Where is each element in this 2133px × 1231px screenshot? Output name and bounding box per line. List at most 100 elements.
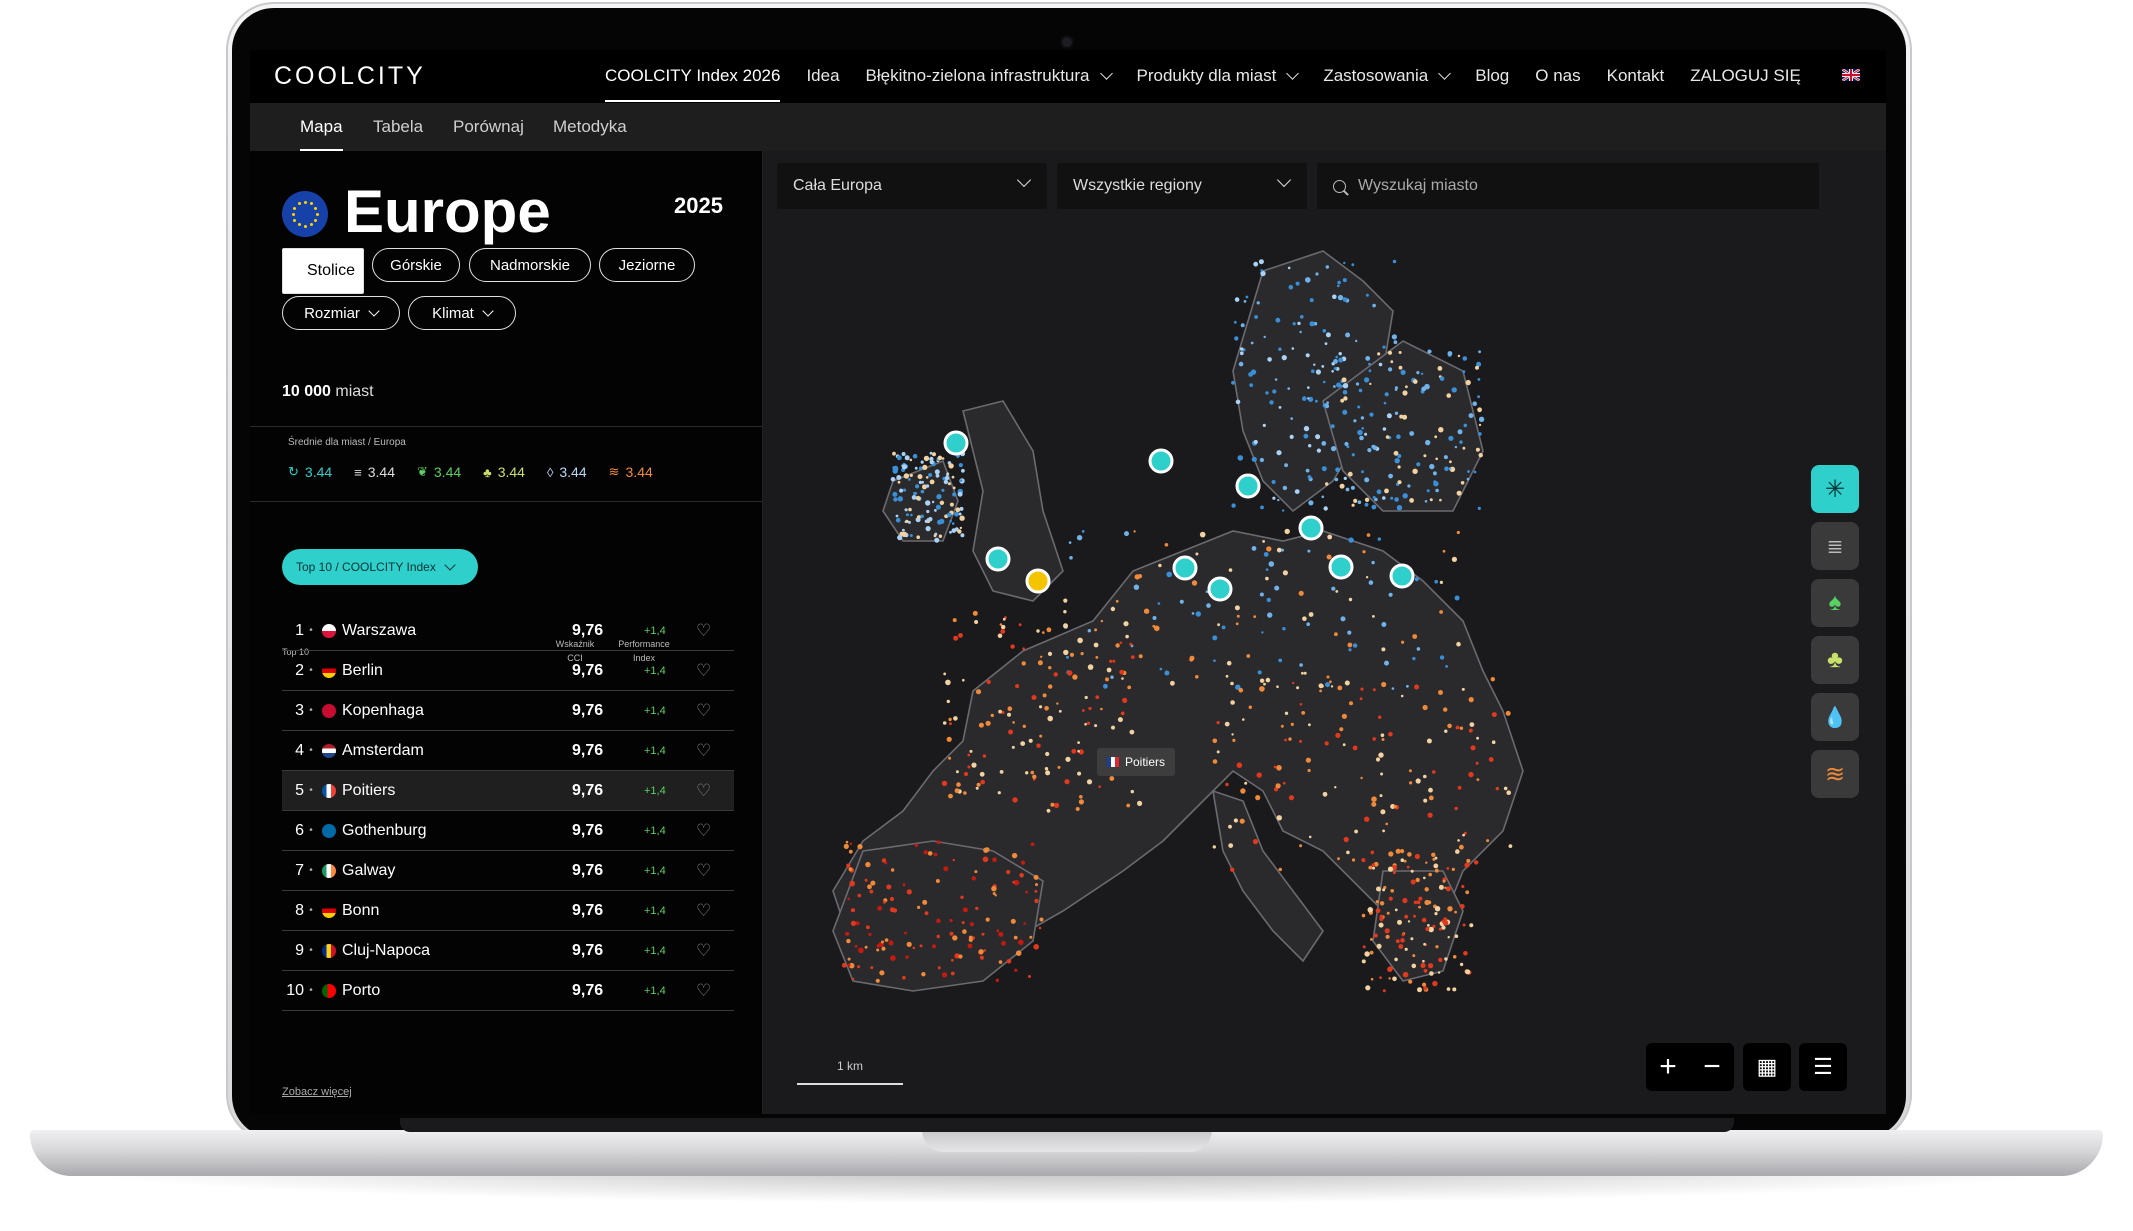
nav-infrastructure[interactable]: Błękitno-zielona infrastruktura <box>866 50 1113 102</box>
ranking-type-dropdown[interactable]: Top 10 / COOLCITY Index <box>282 549 478 585</box>
table-row[interactable]: 2 • Berlin 9,76 +1,4 ♡ <box>282 651 734 691</box>
tab-methodology[interactable]: Metodyka <box>553 117 627 137</box>
city-dot <box>1195 552 1199 556</box>
city-dot <box>955 770 959 774</box>
heart-icon[interactable]: ♡ <box>696 702 711 719</box>
city-dot <box>1308 723 1311 727</box>
tab-table[interactable]: Tabela <box>373 117 423 137</box>
city-pin[interactable] <box>1298 515 1324 541</box>
climate-filter-dropdown[interactable]: Klimat <box>408 296 516 330</box>
chip-lake[interactable]: Jeziorne <box>599 248 695 282</box>
city-dot <box>957 529 962 534</box>
nav-contact[interactable]: Kontakt <box>1607 50 1665 102</box>
heart-icon[interactable]: ♡ <box>696 982 711 999</box>
table-row[interactable]: 1 • Warszawa 9,76 +1,4 ♡ <box>282 611 734 651</box>
city-dot <box>983 949 986 952</box>
map[interactable]: Cała Europa Wszystkie regiony Wyszukaj m… <box>763 151 1886 1114</box>
city-dot <box>917 474 923 480</box>
size-filter-dropdown[interactable]: Rozmiar <box>282 296 400 330</box>
heart-icon[interactable]: ♡ <box>696 942 711 959</box>
city-pin[interactable] <box>1172 555 1198 581</box>
heart-icon[interactable]: ♡ <box>696 782 711 799</box>
city-dot <box>1403 859 1407 863</box>
country-flag-icon <box>322 663 336 678</box>
city-dot <box>949 530 952 534</box>
heart-icon[interactable]: ♡ <box>696 822 711 839</box>
city-dot <box>1400 369 1406 375</box>
tab-map[interactable]: Mapa <box>300 117 343 151</box>
trees-icon[interactable]: ♣ <box>1811 636 1859 684</box>
city-dot <box>1491 712 1497 718</box>
shade-icon[interactable]: ≣ <box>1811 522 1859 570</box>
separator-dot: • <box>309 625 313 636</box>
city-dot <box>1056 702 1059 705</box>
city-dot <box>946 473 949 476</box>
city-dot <box>1353 498 1358 503</box>
chip-coastal[interactable]: Nadmorskie <box>469 248 591 282</box>
heart-icon[interactable]: ♡ <box>696 902 711 919</box>
nav-blog[interactable]: Blog <box>1475 50 1509 102</box>
city-pin[interactable] <box>1207 576 1233 602</box>
country-select[interactable]: Cała Europa <box>777 163 1047 209</box>
city-pin[interactable] <box>943 430 969 456</box>
heart-icon[interactable]: ♡ <box>696 622 711 639</box>
city-pin[interactable] <box>985 546 1011 572</box>
table-row[interactable]: 9 • Cluj-Napoca 9,76 +1,4 ♡ <box>282 931 734 971</box>
heart-icon[interactable]: ♡ <box>696 862 711 879</box>
nav-about[interactable]: O nas <box>1535 50 1580 102</box>
chip-capitals[interactable]: Stolice <box>282 248 364 294</box>
city-dot <box>1291 347 1295 350</box>
nav-idea[interactable]: Idea <box>806 50 839 102</box>
table-row[interactable]: 5 • Poitiers 9,76 +1,4 ♡ <box>282 771 734 811</box>
grid-view-icon[interactable]: ▦ <box>1743 1043 1791 1091</box>
city-dot <box>927 851 933 856</box>
heart-icon[interactable]: ♡ <box>696 662 711 679</box>
tab-compare[interactable]: Porównaj <box>453 117 524 137</box>
zoom-in-icon[interactable]: + <box>1659 1050 1677 1084</box>
city-pin[interactable] <box>1148 448 1174 474</box>
logo[interactable]: COOLCITY <box>274 62 426 91</box>
snowflake-icon[interactable]: ✳ <box>1811 465 1859 513</box>
nav-login[interactable]: ZALOGUJ SIĘ <box>1690 50 1801 102</box>
table-row[interactable]: 6 • Gothenburg 9,76 +1,4 ♡ <box>282 811 734 851</box>
nav-index[interactable]: COOLCITY Index 2026 <box>605 50 781 102</box>
chip-mountain[interactable]: Górskie <box>372 248 460 282</box>
nav-products[interactable]: Produkty dla miast <box>1137 50 1300 102</box>
city-dot <box>1360 687 1364 691</box>
table-row[interactable]: 4 • Amsterdam 9,76 +1,4 ♡ <box>282 731 734 771</box>
table-row[interactable]: 8 • Bonn 9,76 +1,4 ♡ <box>282 891 734 931</box>
city-dot <box>935 879 940 883</box>
city-dot <box>1459 726 1464 730</box>
list-view-icon[interactable]: ☰ <box>1799 1043 1847 1091</box>
separator-dot: • <box>309 785 313 796</box>
city-dot <box>1265 576 1269 581</box>
laptop-hinge <box>400 1118 1734 1132</box>
table-row[interactable]: 3 • Kopenhaga 9,76 +1,4 ♡ <box>282 691 734 731</box>
table-row[interactable]: 7 • Galway 9,76 +1,4 ♡ <box>282 851 734 891</box>
city-pin-selected[interactable] <box>1025 568 1051 594</box>
city-dot <box>1233 818 1238 823</box>
europe-map[interactable] <box>763 151 1886 1114</box>
city-dot <box>1461 687 1465 691</box>
table-row[interactable]: 10 • Porto 9,76 +1,4 ♡ <box>282 971 734 1011</box>
city-pin[interactable] <box>1389 563 1415 589</box>
city-pin[interactable] <box>1328 554 1354 580</box>
city-dot <box>908 507 912 512</box>
city-search-input[interactable]: Wyszukaj miasto <box>1317 163 1819 209</box>
city-pin[interactable] <box>1235 473 1261 499</box>
water-drop-icon[interactable]: 💧 <box>1811 693 1859 741</box>
region-select[interactable]: Wszystkie regiony <box>1057 163 1307 209</box>
see-more-link[interactable]: Zobacz więcej <box>282 1086 352 1098</box>
tree-icon[interactable]: ♠ <box>1811 579 1859 627</box>
city-dot <box>1439 580 1443 584</box>
nav-applications[interactable]: Zastosowania <box>1323 50 1452 102</box>
city-dot <box>1195 675 1199 679</box>
city-dot <box>908 478 911 481</box>
heat-icon[interactable]: ≋ <box>1811 750 1859 798</box>
heart-icon[interactable]: ♡ <box>696 742 711 759</box>
uk-flag-icon[interactable] <box>1842 69 1860 81</box>
city-dot <box>1347 642 1353 648</box>
city-dot <box>1388 977 1391 980</box>
zoom-out-icon[interactable]: − <box>1703 1050 1721 1084</box>
city-dot <box>1143 608 1150 614</box>
